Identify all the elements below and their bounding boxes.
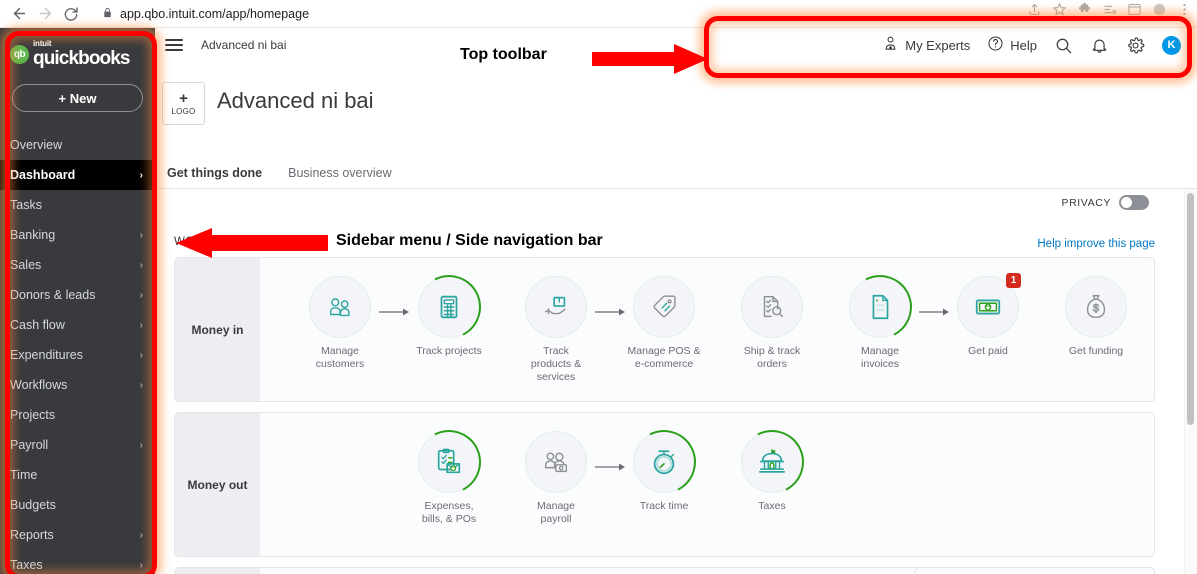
url-text: app.qbo.intuit.com/app/homepage xyxy=(120,6,310,21)
add-logo-button[interactable]: + LOGO xyxy=(162,82,205,125)
privacy-label: PRIVACY xyxy=(1061,196,1111,209)
lock-icon xyxy=(102,7,113,21)
progress-arc xyxy=(408,266,490,348)
forward-arrow-icon[interactable] xyxy=(32,1,58,27)
workspace-node-track-time[interactable]: Track time xyxy=(614,421,714,513)
workspace-node-label: Taxes xyxy=(758,500,786,512)
ship-track-icon[interactable] xyxy=(741,276,803,338)
workspace-node-label: Track products & services xyxy=(530,345,582,384)
row-label-partial xyxy=(175,568,260,574)
workspace-node-label: Manage POS & e-commerce xyxy=(627,345,701,371)
privacy-toggle-row: PRIVACY xyxy=(1061,195,1149,210)
workspace-row-money-out: Money out Expenses, bills, & POs Manage pay… xyxy=(174,412,1155,557)
progress-arc xyxy=(839,266,921,348)
back-arrow-icon[interactable] xyxy=(6,1,32,27)
privacy-toggle[interactable] xyxy=(1119,195,1149,210)
stopwatch-icon[interactable] xyxy=(623,421,705,503)
workspace-node-manage-payroll[interactable]: Manage payroll xyxy=(506,431,606,526)
add-logo-label: LOGO xyxy=(171,107,196,116)
workspace-node-label: Get funding xyxy=(1068,345,1124,357)
company-name-mini: Advanced ni bai xyxy=(201,38,287,52)
customers-icon[interactable] xyxy=(309,276,371,338)
payroll-icon[interactable] xyxy=(525,431,587,493)
reload-icon[interactable] xyxy=(58,1,84,27)
partial-card-text xyxy=(916,568,1154,574)
add-logo-plus-icon: + xyxy=(179,90,188,107)
get-paid-icon[interactable]: 1 xyxy=(957,273,1021,338)
page-title: Advanced ni bai xyxy=(217,88,374,113)
screenshot-root: app.qbo.intuit.com/app/homepage qb intui… xyxy=(0,0,1197,574)
hamburger-menu-icon[interactable] xyxy=(165,36,183,54)
progress-arc xyxy=(731,421,813,503)
workspace-node-label: Track projects xyxy=(416,345,482,357)
progress-arc xyxy=(623,421,705,503)
annotation-highlight-sidebar xyxy=(5,31,157,574)
workspace-node-manage-customers[interactable]: Manage customers xyxy=(290,276,390,371)
products-icon[interactable] xyxy=(525,276,587,338)
workspace-row-money-in: Money in Manage customers Track projects Tr… xyxy=(174,257,1155,402)
workspace-node-ship-track-orders[interactable]: Ship & track orders xyxy=(722,276,822,371)
row-label-money-out: Money out xyxy=(175,413,260,556)
money-out-flow: Expenses, bills, & POs Manage payroll Track … xyxy=(260,413,1154,556)
main-content: PRIVACY WORKSPACE Help improve this page… xyxy=(155,189,1197,574)
invoice-icon[interactable] xyxy=(839,266,921,348)
workspace-node-manage-invoices[interactable]: Manage invoices xyxy=(830,266,930,371)
help-improve-page-link[interactable]: Help improve this page xyxy=(1037,238,1155,250)
workspace-node-label: Manage payroll xyxy=(537,500,575,526)
money-in-flow: Manage customers Track projects Track produc… xyxy=(260,258,1154,401)
workspace-node-track-projects[interactable]: Track projects xyxy=(399,266,499,358)
projects-icon[interactable] xyxy=(408,266,490,348)
address-bar[interactable]: app.qbo.intuit.com/app/homepage xyxy=(92,3,732,25)
status-badge: 1 xyxy=(1006,273,1021,288)
workspace-node-taxes[interactable]: Taxes xyxy=(722,421,822,513)
workspace-node-manage-pos-e-commerce[interactable]: Manage POS & e-commerce xyxy=(614,276,714,371)
tag-icon[interactable] xyxy=(633,276,695,338)
workspace-node-get-funding[interactable]: Get funding xyxy=(1046,276,1146,358)
workspace-node-label: Expenses, bills, & POs xyxy=(421,500,477,526)
expenses-icon[interactable] xyxy=(408,421,490,503)
row-label-money-in: Money in xyxy=(175,258,260,401)
workspace-node-expenses-bills-pos[interactable]: Expenses, bills, & POs xyxy=(399,421,499,526)
partial-card-right xyxy=(915,567,1155,574)
workspace-node-label: Get paid xyxy=(968,345,1008,357)
quickbooks-app: qb intuit quickbooks + New Overview Dashb… xyxy=(0,28,1197,574)
workspace-label: WORKSPACE xyxy=(174,236,251,248)
workspace-node-label: Manage customers xyxy=(315,345,365,371)
money-bag-icon[interactable] xyxy=(1065,276,1127,338)
workspace-node-label: Ship & track orders xyxy=(743,345,801,371)
workspace-node-label: Manage invoices xyxy=(861,345,899,371)
annotation-highlight-top-toolbar xyxy=(704,16,1192,78)
progress-arc xyxy=(408,421,490,503)
scrollbar-thumb[interactable] xyxy=(1187,193,1194,425)
workspace-node-get-paid[interactable]: 1 Get paid xyxy=(938,273,1038,358)
workspace-node-track-products-services[interactable]: Track products & services xyxy=(506,276,606,384)
workspace-node-label: Track time xyxy=(639,500,689,512)
taxes-icon[interactable] xyxy=(731,421,813,503)
